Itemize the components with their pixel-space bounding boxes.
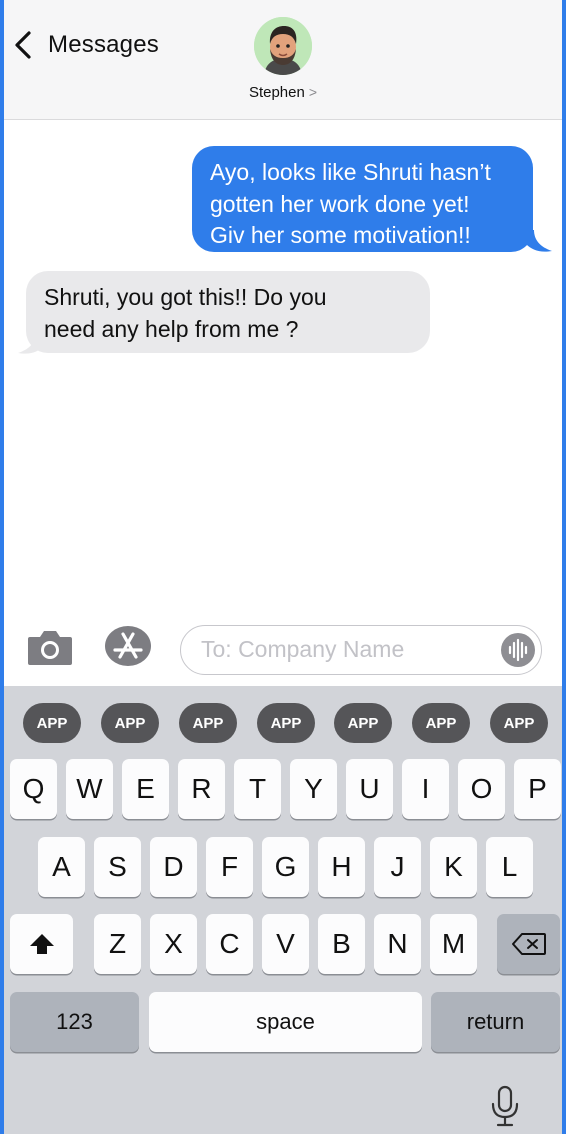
contact-name: Stephen <box>248 84 305 101</box>
keyboard: APP APP APP APP APP APP APP Q W E R T Y … <box>4 686 562 1134</box>
key-z[interactable]: Z <box>94 914 141 974</box>
microphone-icon <box>491 1085 519 1127</box>
key-e[interactable]: E <box>122 759 169 819</box>
voice-message-button[interactable] <box>501 633 535 667</box>
space-key[interactable]: space <box>149 992 422 1052</box>
shift-key[interactable] <box>10 914 73 974</box>
delete-key[interactable] <box>497 914 560 974</box>
key-x[interactable]: X <box>150 914 197 974</box>
key-w[interactable]: W <box>66 759 113 819</box>
app-suggestion-pill[interactable]: APP <box>490 703 548 743</box>
chevron-right-icon: > <box>308 84 318 100</box>
back-button[interactable]: Messages <box>12 26 159 64</box>
key-r[interactable]: R <box>178 759 225 819</box>
dictation-button[interactable] <box>486 1084 526 1128</box>
key-q[interactable]: Q <box>10 759 57 819</box>
received-message-bubble[interactable]: Shruti, you got this!! Do you need any h… <box>26 271 430 353</box>
received-bubble-tail <box>18 332 44 354</box>
key-o[interactable]: O <box>458 759 505 819</box>
numbers-key[interactable]: 123 <box>10 992 139 1052</box>
sent-bubble-tail <box>526 230 552 252</box>
key-h[interactable]: H <box>318 837 365 897</box>
key-b[interactable]: B <box>318 914 365 974</box>
key-y[interactable]: Y <box>290 759 337 819</box>
key-j[interactable]: J <box>374 837 421 897</box>
key-d[interactable]: D <box>150 837 197 897</box>
app-suggestion-pill[interactable]: APP <box>334 703 392 743</box>
key-m[interactable]: M <box>430 914 477 974</box>
key-f[interactable]: F <box>206 837 253 897</box>
return-key[interactable]: return <box>431 992 560 1052</box>
key-l[interactable]: L <box>486 837 533 897</box>
app-suggestion-pill[interactable]: APP <box>23 703 81 743</box>
message-line: gotten her work done yet! <box>210 190 470 217</box>
message-line: Shruti, you got this!! Do you <box>44 284 327 310</box>
key-k[interactable]: K <box>430 837 477 897</box>
app-suggestion-pill[interactable]: APP <box>412 703 470 743</box>
app-suggestion-pill[interactable]: APP <box>179 703 237 743</box>
app-store-icon <box>113 632 143 659</box>
key-g[interactable]: G <box>262 837 309 897</box>
sent-message-bubble[interactable]: Ayo, looks like Shruti hasn’t gotten her… <box>192 146 533 252</box>
message-line: need any help from me ? <box>44 315 299 342</box>
camera-button[interactable] <box>26 627 74 667</box>
app-suggestion-pill[interactable]: APP <box>257 703 315 743</box>
delete-icon <box>511 933 546 955</box>
key-i[interactable]: I <box>402 759 449 819</box>
key-c[interactable]: C <box>206 914 253 974</box>
key-a[interactable]: A <box>38 837 85 897</box>
message-line: Ayo, looks like Shruti hasn’t <box>210 159 491 185</box>
conversation-header: Messages Stephen > <box>4 0 562 120</box>
shift-icon <box>29 934 54 954</box>
key-s[interactable]: S <box>94 837 141 897</box>
phone-screen: Messages Stephen > Ayo, looks like Shruti… <box>0 0 566 1134</box>
key-n[interactable]: N <box>374 914 421 974</box>
back-label: Messages <box>48 31 159 58</box>
memoji-avatar-icon <box>254 17 312 75</box>
camera-icon <box>28 631 72 665</box>
app-store-button[interactable] <box>105 626 151 666</box>
waveform-icon <box>508 638 528 662</box>
key-t[interactable]: T <box>234 759 281 819</box>
key-u[interactable]: U <box>346 759 393 819</box>
app-suggestion-pill[interactable]: APP <box>101 703 159 743</box>
key-v[interactable]: V <box>262 914 309 974</box>
message-field[interactable] <box>180 625 542 675</box>
message-line: Giv her some motivation!! <box>210 222 471 248</box>
key-p[interactable]: P <box>514 759 561 819</box>
avatar[interactable] <box>254 17 312 75</box>
chevron-left-icon <box>15 31 31 59</box>
contact-name-button[interactable]: Stephen > <box>226 84 340 101</box>
message-input[interactable] <box>201 626 491 673</box>
